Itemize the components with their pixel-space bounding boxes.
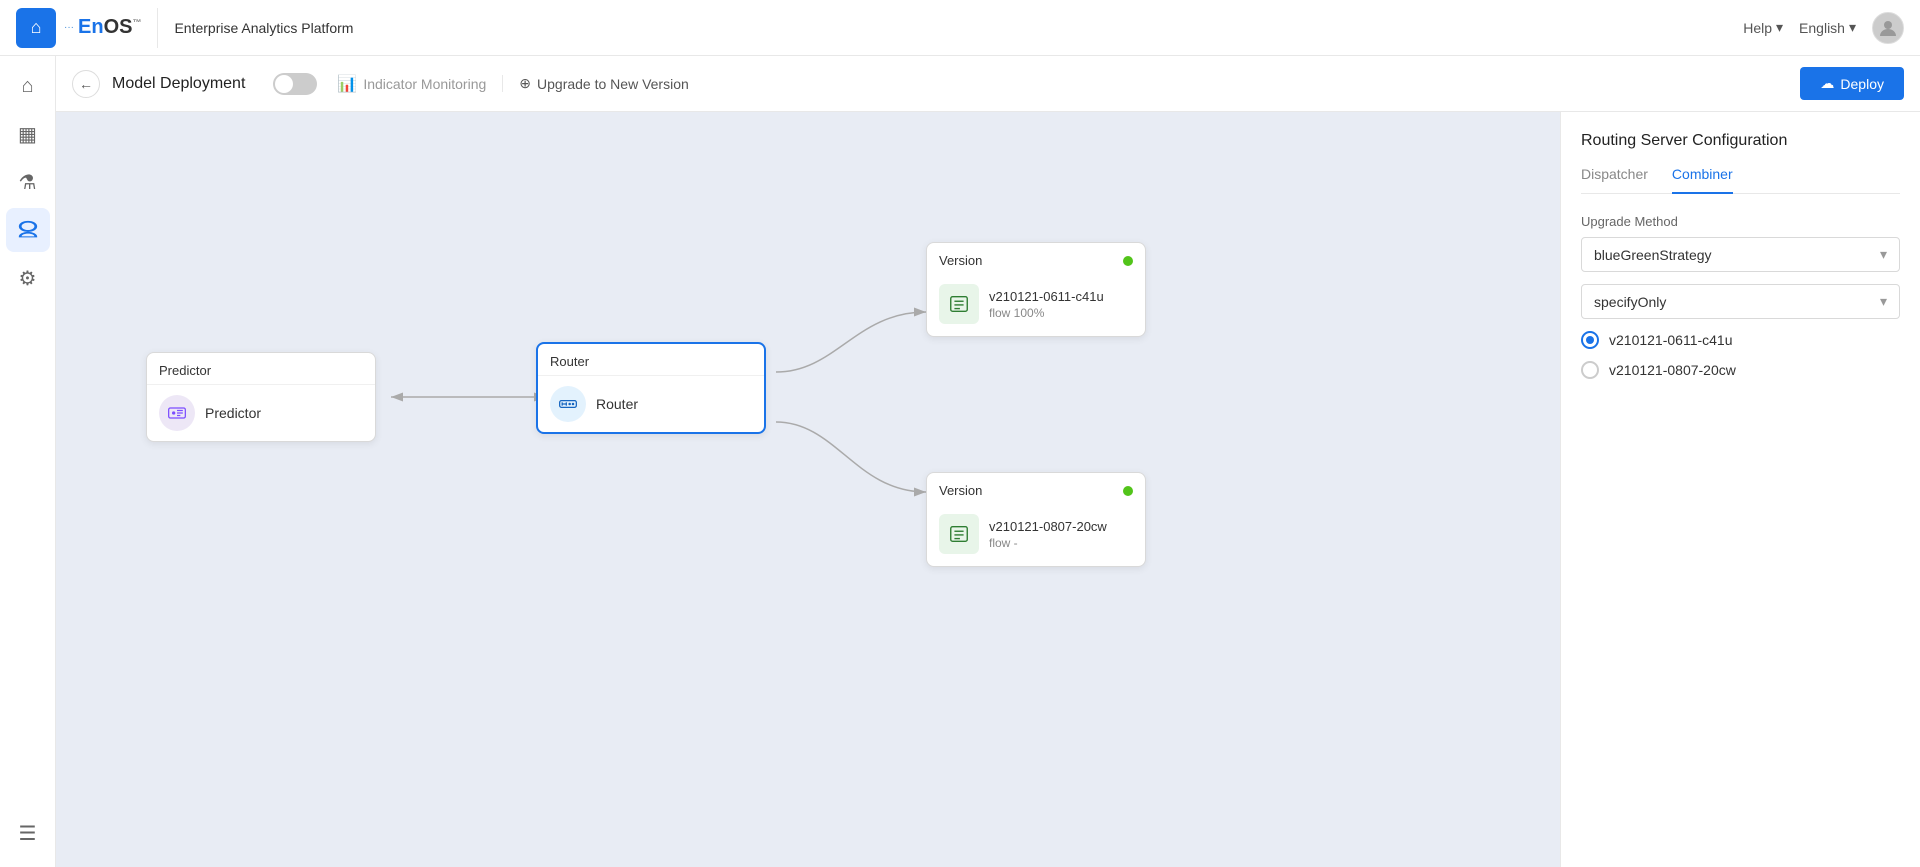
help-label: Help	[1743, 20, 1772, 36]
version2-body: v210121-0807-20cw flow -	[927, 506, 1145, 566]
page-header: ← Model Deployment 📊 Indicator Monitorin…	[56, 56, 1920, 112]
version1-status	[1123, 256, 1133, 266]
radio-item-v1[interactable]: v210121-0611-c41u	[1581, 331, 1900, 349]
radio-v1-circle	[1581, 331, 1599, 349]
flow-canvas: Predictor Predictor Router	[56, 112, 1560, 867]
panel-tabs: Dispatcher Combiner	[1581, 166, 1900, 194]
radio-v2-circle	[1581, 361, 1599, 379]
predictor-icon	[159, 395, 195, 431]
router-node-header: Router	[538, 344, 764, 376]
version-radio-group: v210121-0611-c41u v210121-0807-20cw	[1581, 331, 1900, 379]
lang-chevron-icon: ▾	[1849, 19, 1856, 36]
combiner-label: Combiner	[1672, 166, 1733, 182]
top-header: ⌂ ··· EnOS™ Enterprise Analytics Platfor…	[0, 0, 1920, 56]
router-node-body: Router	[538, 376, 764, 432]
version1-flow: flow 100%	[989, 306, 1104, 320]
version1-title: Version	[939, 253, 982, 268]
predictor-node-header: Predictor	[147, 353, 375, 385]
router-title: Router	[550, 354, 589, 369]
sidebar: ⌂ ▦ ⚗ ⚙ ☰	[0, 56, 56, 867]
sidebar-item-dashboard[interactable]: ▦	[6, 112, 50, 156]
upgrade-button[interactable]: ⊕ Upgrade to New Version	[502, 75, 689, 92]
version1-node[interactable]: Version v210121-0611-c41u flow 100%	[926, 242, 1146, 337]
version2-status	[1123, 486, 1133, 496]
right-panel: Routing Server Configuration Dispatcher …	[1560, 112, 1920, 867]
predictor-title: Predictor	[159, 363, 211, 378]
version2-icon	[939, 514, 979, 554]
monitoring-toggle[interactable]	[273, 73, 317, 95]
flow-arrows	[56, 112, 1560, 867]
router-label: Router	[596, 396, 638, 412]
back-button[interactable]: ←	[72, 70, 100, 98]
router-node[interactable]: Router Router	[536, 342, 766, 434]
indicator-label: Indicator Monitoring	[363, 76, 486, 92]
version1-body: v210121-0611-c41u flow 100%	[927, 276, 1145, 336]
radio-item-v2[interactable]: v210121-0807-20cw	[1581, 361, 1900, 379]
specify-only-dropdown[interactable]: specifyOnly ▾	[1581, 284, 1900, 319]
deploy-icon: ☁	[1820, 75, 1834, 92]
deploy-label: Deploy	[1840, 76, 1884, 92]
header-right: Help ▾ English ▾	[1743, 12, 1904, 44]
version1-header: Version	[927, 243, 1145, 276]
version2-name: v210121-0807-20cw	[989, 519, 1107, 534]
sidebar-item-data[interactable]	[6, 208, 50, 252]
logo-text: EnOS™	[78, 16, 141, 39]
lab-icon: ⚗	[19, 170, 37, 195]
sidebar-item-home[interactable]: ⌂	[6, 64, 50, 108]
page-title: Model Deployment	[112, 75, 245, 93]
deploy-button[interactable]: ☁ Deploy	[1800, 67, 1904, 100]
help-chevron-icon: ▾	[1776, 19, 1783, 36]
user-avatar[interactable]	[1872, 12, 1904, 44]
menu-icon: ☰	[19, 821, 37, 846]
version1-name: v210121-0611-c41u	[989, 289, 1104, 304]
specify-only-value: specifyOnly	[1594, 294, 1666, 310]
predictor-node-body: Predictor	[147, 385, 375, 441]
upgrade-icon: ⊕	[519, 75, 531, 92]
chart-icon: 📊	[337, 74, 357, 94]
blue-green-dropdown[interactable]: blueGreenStrategy ▾	[1581, 237, 1900, 272]
upgrade-method-label: Upgrade Method	[1581, 214, 1900, 229]
flow-canvas-area: Predictor Predictor Router	[56, 112, 1560, 867]
logo-dots: ···	[64, 22, 74, 33]
blue-green-value: blueGreenStrategy	[1594, 247, 1712, 263]
version2-flow: flow -	[989, 536, 1107, 550]
tab-dispatcher[interactable]: Dispatcher	[1581, 166, 1648, 194]
predictor-label: Predictor	[205, 405, 261, 421]
upgrade-label: Upgrade to New Version	[537, 76, 689, 92]
dashboard-icon: ▦	[18, 122, 37, 147]
app-title: Enterprise Analytics Platform	[158, 20, 353, 36]
toggle-wrap	[273, 73, 317, 95]
sidebar-item-menu[interactable]: ☰	[6, 811, 50, 855]
dropdown2-chevron-icon: ▾	[1880, 293, 1887, 310]
router-icon	[550, 386, 586, 422]
radio-v2-label: v210121-0807-20cw	[1609, 362, 1736, 378]
version2-title: Version	[939, 483, 982, 498]
dropdown1-chevron-icon: ▾	[1880, 246, 1887, 263]
radio-v1-label: v210121-0611-c41u	[1609, 332, 1733, 348]
home-icon: ⌂	[21, 75, 33, 98]
version1-icon	[939, 284, 979, 324]
settings-icon: ⚙	[19, 266, 37, 291]
panel-title: Routing Server Configuration	[1581, 132, 1900, 150]
version2-node[interactable]: Version v210121-0807-20cw flow -	[926, 472, 1146, 567]
version2-info: v210121-0807-20cw flow -	[989, 519, 1107, 550]
toggle-knob	[275, 75, 293, 93]
version2-header: Version	[927, 473, 1145, 506]
version1-info: v210121-0611-c41u flow 100%	[989, 289, 1104, 320]
help-button[interactable]: Help ▾	[1743, 19, 1783, 36]
language-label: English	[1799, 20, 1845, 36]
logo-area: ⌂ ··· EnOS™	[16, 8, 158, 48]
sidebar-item-lab[interactable]: ⚗	[6, 160, 50, 204]
home-icon[interactable]: ⌂	[16, 8, 56, 48]
enos-logo: ··· EnOS™	[64, 16, 141, 39]
sidebar-item-settings[interactable]: ⚙	[6, 256, 50, 300]
tab-combiner[interactable]: Combiner	[1672, 166, 1733, 194]
predictor-node[interactable]: Predictor Predictor	[146, 352, 376, 442]
language-selector[interactable]: English ▾	[1799, 19, 1856, 36]
dispatcher-label: Dispatcher	[1581, 166, 1648, 182]
indicator-monitoring: 📊 Indicator Monitoring	[337, 74, 486, 94]
